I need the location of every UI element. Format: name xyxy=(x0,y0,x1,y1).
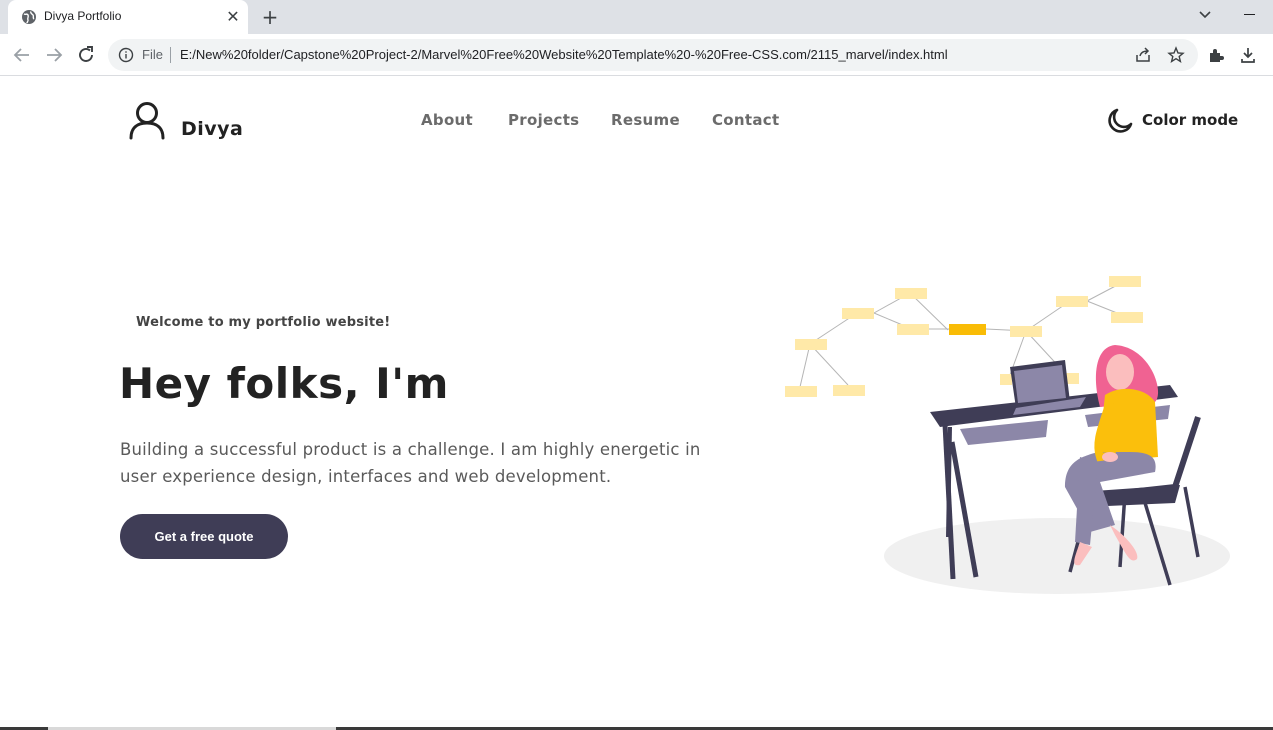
browser-tab[interactable]: Divya Portfolio ✕ xyxy=(8,0,248,34)
workspace-illustration xyxy=(785,276,1230,594)
url-text[interactable]: E:/New%20folder/Capstone%20Project-2/Mar… xyxy=(180,47,948,62)
chevron-down-icon[interactable] xyxy=(1196,6,1214,24)
share-icon[interactable] xyxy=(1134,46,1152,64)
nav-link-contact[interactable]: Contact xyxy=(712,111,779,129)
nav-link-resume[interactable]: Resume xyxy=(611,111,680,129)
reload-icon[interactable] xyxy=(75,44,97,66)
browser-tabstrip: Divya Portfolio ✕ + xyxy=(0,0,1273,34)
hero-intro: Building a successful product is a chall… xyxy=(120,440,701,486)
moon-icon xyxy=(1108,108,1133,133)
laptop xyxy=(1010,360,1086,415)
color-mode-label: Color mode xyxy=(1142,111,1239,129)
globe-icon xyxy=(22,10,36,24)
nav-link-about[interactable]: About xyxy=(421,111,473,129)
back-arrow-icon[interactable] xyxy=(11,44,33,66)
forward-arrow-icon[interactable] xyxy=(43,44,65,66)
browser-toolbar: File E:/New%20folder/Capstone%20Project-… xyxy=(0,34,1273,76)
minimize-window-icon[interactable] xyxy=(1244,14,1255,15)
user-icon xyxy=(129,102,165,140)
new-tab-icon[interactable]: + xyxy=(259,6,281,28)
floor-shadow xyxy=(884,518,1230,594)
hero-headline: Hey folks, I'm xyxy=(119,359,449,408)
address-bar[interactable]: File E:/New%20folder/Capstone%20Project-… xyxy=(108,39,1198,71)
download-icon[interactable] xyxy=(1239,46,1257,64)
bookmark-star-icon[interactable] xyxy=(1167,46,1185,64)
tab-title: Divya Portfolio xyxy=(44,9,122,23)
address-separator xyxy=(170,47,171,63)
brand-logo[interactable]: Divya xyxy=(128,101,243,141)
sticky-notes xyxy=(785,276,1143,397)
portfolio-page: Divya About Projects Resume Contact Colo… xyxy=(0,77,1273,730)
extensions-icon[interactable] xyxy=(1207,46,1225,64)
get-quote-button[interactable]: Get a free quote xyxy=(120,514,288,559)
url-scheme-label: File xyxy=(142,47,163,62)
close-tab-icon[interactable]: ✕ xyxy=(224,8,242,26)
brand-name: Divya xyxy=(181,118,244,140)
nav-link-projects[interactable]: Projects xyxy=(508,111,579,129)
info-icon[interactable] xyxy=(118,47,134,63)
welcome-text: Welcome to my portfolio website! xyxy=(136,315,391,330)
